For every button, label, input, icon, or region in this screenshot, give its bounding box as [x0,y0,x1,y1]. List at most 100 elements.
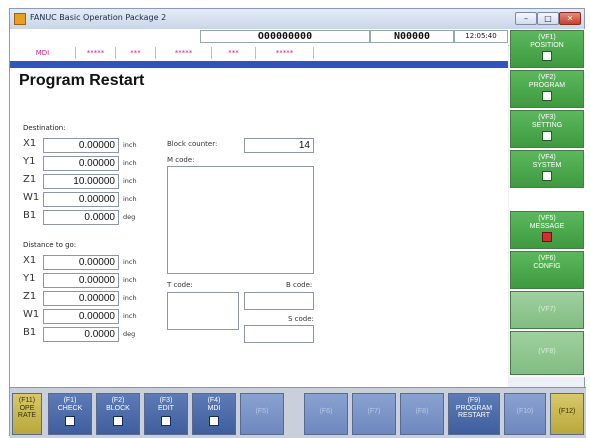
axis-name: X1 [23,255,37,266]
vf4-system-button[interactable]: (VF4) SYSTEM [510,150,584,188]
fkey-number: (F7) [367,408,381,415]
unit-label: inch [123,258,137,266]
m-code-box [167,166,314,274]
close-button[interactable]: ✕ [559,12,581,25]
axis-name: B1 [23,210,37,221]
fkey-number: (F3) [159,397,173,404]
unit-label: inch [123,141,137,149]
softkey-label: POSITION [530,41,564,49]
f9-program-restart-button[interactable]: (F9) PROGRAM RESTART [448,393,500,435]
f3-edit-button[interactable]: (F3) EDIT [144,393,188,435]
softkey-number: (VF2) [538,74,556,81]
vf2-program-button[interactable]: (VF2) PROGRAM [510,70,584,108]
mode-cell: ***** [76,47,116,59]
fanuc-app-icon [14,13,26,25]
fkey-label: PROGRAM RESTART [455,404,493,420]
vf3-setting-button[interactable]: (VF3) SETTING [510,110,584,148]
f7-button[interactable]: (F7) [352,393,396,435]
fkey-number: (F5) [255,408,269,415]
t-code-box [167,292,239,330]
fkey-number: (F1) [63,397,77,404]
fkey-label: MDI [207,404,221,412]
fkey-label: OPE RATE [17,404,37,420]
fkey-number: (F6) [319,408,333,415]
distance-value: 0.0000 [43,327,119,342]
fkey-label: EDIT [158,404,174,412]
softkey-number: (VF1) [538,34,556,41]
fkey-number: (F2) [111,397,125,404]
t-code-label: T code: [167,281,193,289]
destination-value: 0.00000 [43,192,119,207]
f5-button[interactable]: (F5) [240,393,284,435]
b-code-label: B code: [286,281,313,289]
softkey-number: (VF4) [538,154,556,161]
f1-check-button[interactable]: (F1) CHECK [48,393,92,435]
unit-label: inch [123,312,137,320]
f8-button[interactable]: (F8) [400,393,444,435]
minimize-button[interactable]: – [515,12,537,25]
f6-button[interactable]: (F6) [304,393,348,435]
unit-label: deg [123,330,136,338]
vf7-button[interactable]: (VF7) [510,291,584,329]
block-counter-label: Block counter: [167,140,218,148]
softkey-number: (VF5) [538,215,556,222]
destination-value: 0.00000 [43,138,119,153]
softkey-label: SYSTEM [532,161,562,169]
distance-value: 0.00000 [43,291,119,306]
fkey-number: (F12) [558,408,576,415]
f2-block-button[interactable]: (F2) BLOCK [96,393,140,435]
status-row: O00000000 N00000 12:05:40 [10,29,584,46]
axis-name: B1 [23,327,37,338]
destination-label: Destination: [23,124,66,132]
softkey-number: (VF7) [538,306,556,313]
distance-value: 0.00000 [43,273,119,288]
softkey-number: (VF8) [538,348,556,355]
clock-time: 12:05:40 [454,30,508,43]
m-code-label: M code: [167,156,195,164]
unit-label: deg [123,213,136,221]
vf5-message-button[interactable]: (VF5) MESSAGE [510,211,584,249]
f12-button[interactable]: (F12) [550,393,584,435]
mode-cell: *** [116,47,156,59]
block-counter-value: 14 [244,138,314,153]
position-grid-icon [542,51,552,61]
vf8-button[interactable]: (VF8) [510,331,584,375]
mode-line: MDI ***** *** ***** *** ***** [10,45,508,62]
setting-icon [542,131,552,141]
unit-label: inch [123,276,137,284]
page-title: Program Restart [19,72,145,89]
softkey-label: SETTING [531,121,563,129]
title-bar: FANUC Basic Operation Package 2 – □ ✕ [10,9,584,29]
s-code-label: S code: [288,315,314,323]
f4-mdi-button[interactable]: (F4) MDI [192,393,236,435]
window-title: FANUC Basic Operation Package 2 [30,13,167,22]
destination-value: 0.00000 [43,156,119,171]
status-band [10,61,508,68]
edit-icon [161,416,171,426]
unit-label: inch [123,177,137,185]
axis-name: Z1 [23,291,37,302]
vf6-config-button[interactable]: (VF6) CONFIG [510,251,584,289]
softkey-label: CONFIG [533,262,561,270]
fkey-number: (F8) [415,408,429,415]
fkey-label: BLOCK [106,404,130,412]
axis-name: Y1 [23,156,36,167]
f10-button[interactable]: (F10) [504,393,546,435]
maximize-button[interactable]: □ [537,12,559,25]
axis-name: W1 [23,192,40,203]
distance-value: 0.00000 [43,255,119,270]
distance-to-go-label: Distance to go: [23,241,77,249]
f11-operate-button[interactable]: (F11) OPE RATE [12,393,42,435]
fkey-number: (F10) [516,408,534,415]
message-icon [542,232,552,242]
mode-cell: MDI [10,47,76,59]
axis-name: X1 [23,138,37,149]
system-icon [542,171,552,181]
softkey-number: (VF6) [538,255,556,262]
fkey-number: (F11) [18,397,36,404]
unit-label: inch [123,294,137,302]
vf1-position-button[interactable]: (VF1) POSITION [510,30,584,68]
program-icon [542,91,552,101]
unit-label: inch [123,159,137,167]
mode-cell: *** [212,47,256,59]
